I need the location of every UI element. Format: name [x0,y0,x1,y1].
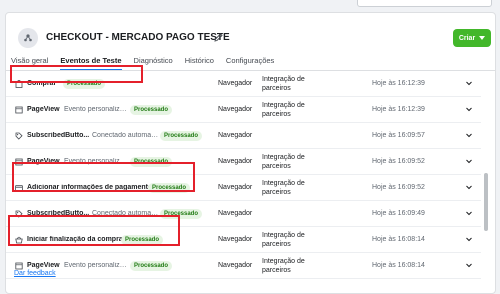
chevron-down-icon[interactable] [465,157,473,165]
event-time: Hoje às 16:12:39 [372,80,425,87]
event-time: Hoje às 16:12:39 [372,106,425,113]
event-integration: Integração de parceiros [262,180,305,196]
tab-diagnostics[interactable]: Diagnóstico [134,52,173,68]
event-integration: Integração de parceiros [262,258,305,274]
tab-settings[interactable]: Configurações [226,52,274,68]
page-icon [15,106,23,114]
event-name: PageView [27,262,60,269]
event-time: Hoje às 16:09:52 [372,158,425,165]
event-time: Hoje às 16:09:57 [372,132,425,139]
card-icon [15,185,23,191]
event-row[interactable]: SubscribedButto... Conectado automatic..… [6,201,481,227]
status-badge: Processado [130,157,173,167]
chevron-down-icon[interactable] [465,235,473,243]
event-row[interactable]: Iniciar finalização da compra Processado… [6,227,481,253]
chevron-down-icon[interactable] [465,105,473,113]
event-source: Navegador [218,132,253,139]
page-icon [15,158,23,166]
event-integration: Integração de parceiros [262,232,305,248]
status-badge: Processado [160,209,203,219]
chevron-down-icon [479,36,486,40]
event-name: Adicionar informações de pagamento [27,184,153,191]
basket-icon [15,236,23,244]
bag-icon [15,80,23,88]
events-panel: CHECKOUT - MERCADO PAGO TESTE Criar Visã… [5,12,496,294]
event-description: Conectado automatic... [92,210,160,217]
event-row[interactable]: SubscribedButto... Conectado automatic..… [6,123,481,149]
event-description: Conectado automatic... [92,132,160,139]
event-source: Navegador [218,210,253,217]
create-button-label: Criar [458,34,476,42]
event-name: Iniciar finalização da compra [27,236,123,243]
chevron-down-icon[interactable] [465,209,473,217]
event-source: Navegador [218,80,253,87]
event-description: Evento personalizado [64,106,128,113]
event-row[interactable]: PageView Evento personalizado Processado… [6,253,481,279]
event-source: Navegador [218,158,253,165]
event-name: PageView [27,158,60,165]
event-name: PageView [27,106,60,113]
event-integration: Integração de parceiros [262,76,305,92]
event-integration: Integração de parceiros [262,102,305,118]
scrollbar-thumb[interactable] [484,173,488,231]
feedback-link[interactable]: Dar feedback [14,270,56,277]
event-row[interactable]: Comprar Processado Navegador Integração … [6,71,481,97]
event-time: Hoje às 16:09:49 [372,210,425,217]
top-strip [0,0,500,12]
chevron-down-icon[interactable] [465,131,473,139]
create-button[interactable]: Criar [453,29,491,47]
event-source: Navegador [218,106,253,113]
tag-icon [15,210,23,218]
event-row[interactable]: PageView Evento personalizado Processado… [6,149,481,175]
event-name: SubscribedButto... [27,132,90,139]
status-badge: Processado [63,79,106,89]
chevron-down-icon[interactable] [465,79,473,87]
event-source: Navegador [218,236,253,243]
edit-pencil-icon[interactable] [213,30,224,42]
status-badge: Processado [148,183,191,193]
event-time: Hoje às 16:08:14 [372,262,425,269]
event-integration: Integração de parceiros [262,154,305,170]
chevron-down-icon[interactable] [465,261,473,269]
status-badge: Processado [130,261,173,271]
event-description: Evento personalizado [64,158,128,165]
event-source: Navegador [218,262,253,269]
page-title: CHECKOUT - MERCADO PAGO TESTE [46,32,230,43]
tab-bar: Visão geral Eventos de Teste Diagnóstico… [11,52,274,71]
event-time: Hoje às 16:09:52 [372,184,425,191]
status-badge: Processado [121,235,164,245]
event-source: Navegador [218,184,253,191]
pixel-icon [18,28,38,48]
tag-icon [15,132,23,140]
status-badge: Processado [130,105,173,115]
event-name: SubscribedButto... [27,210,90,217]
event-description: Evento personalizado [64,262,128,269]
event-name: Comprar [27,80,57,87]
tab-history[interactable]: Histórico [185,52,214,68]
tab-overview[interactable]: Visão geral [11,52,48,68]
tab-test-events[interactable]: Eventos de Teste [60,52,122,71]
events-list: Comprar Processado Navegador Integração … [6,71,481,281]
event-row[interactable]: PageView Evento personalizado Processado… [6,97,481,123]
event-row[interactable]: Adicionar informações de pagamento Proce… [6,175,481,201]
event-time: Hoje às 16:08:14 [372,236,425,243]
chevron-down-icon[interactable] [465,183,473,191]
top-search-box[interactable] [357,0,492,7]
status-badge: Processado [160,131,203,141]
page-icon [15,262,23,270]
